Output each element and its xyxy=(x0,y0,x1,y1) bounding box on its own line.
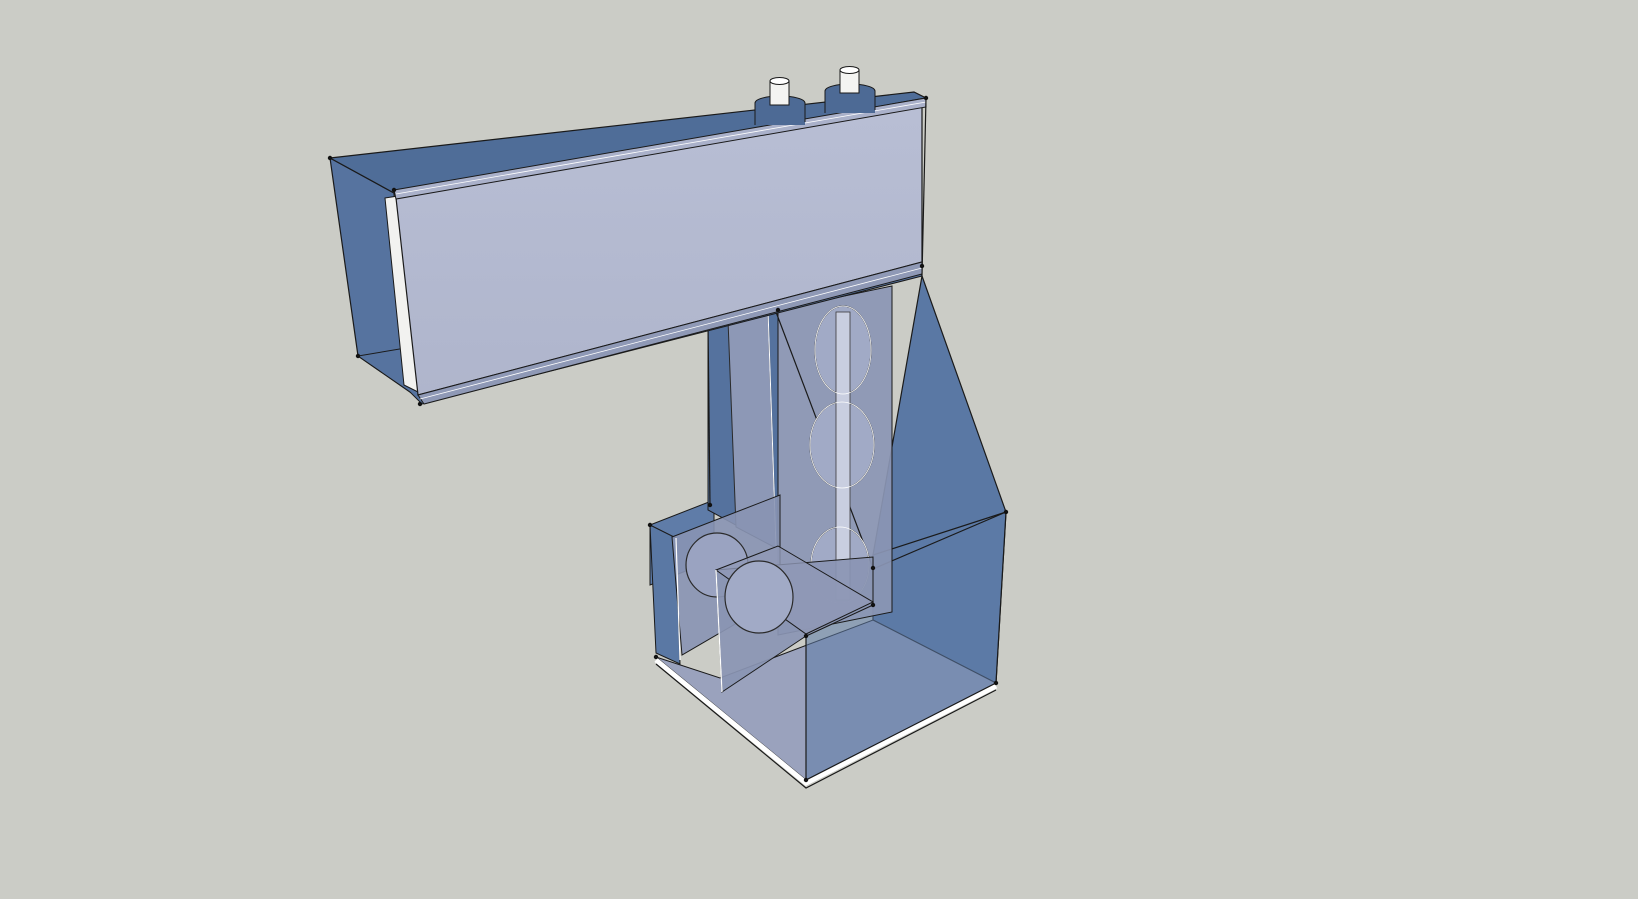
slotted-hole-front xyxy=(724,560,794,634)
3d-model-viewport[interactable] xyxy=(0,0,1638,899)
column-pipe xyxy=(835,311,851,601)
model-canvas xyxy=(327,66,1009,789)
